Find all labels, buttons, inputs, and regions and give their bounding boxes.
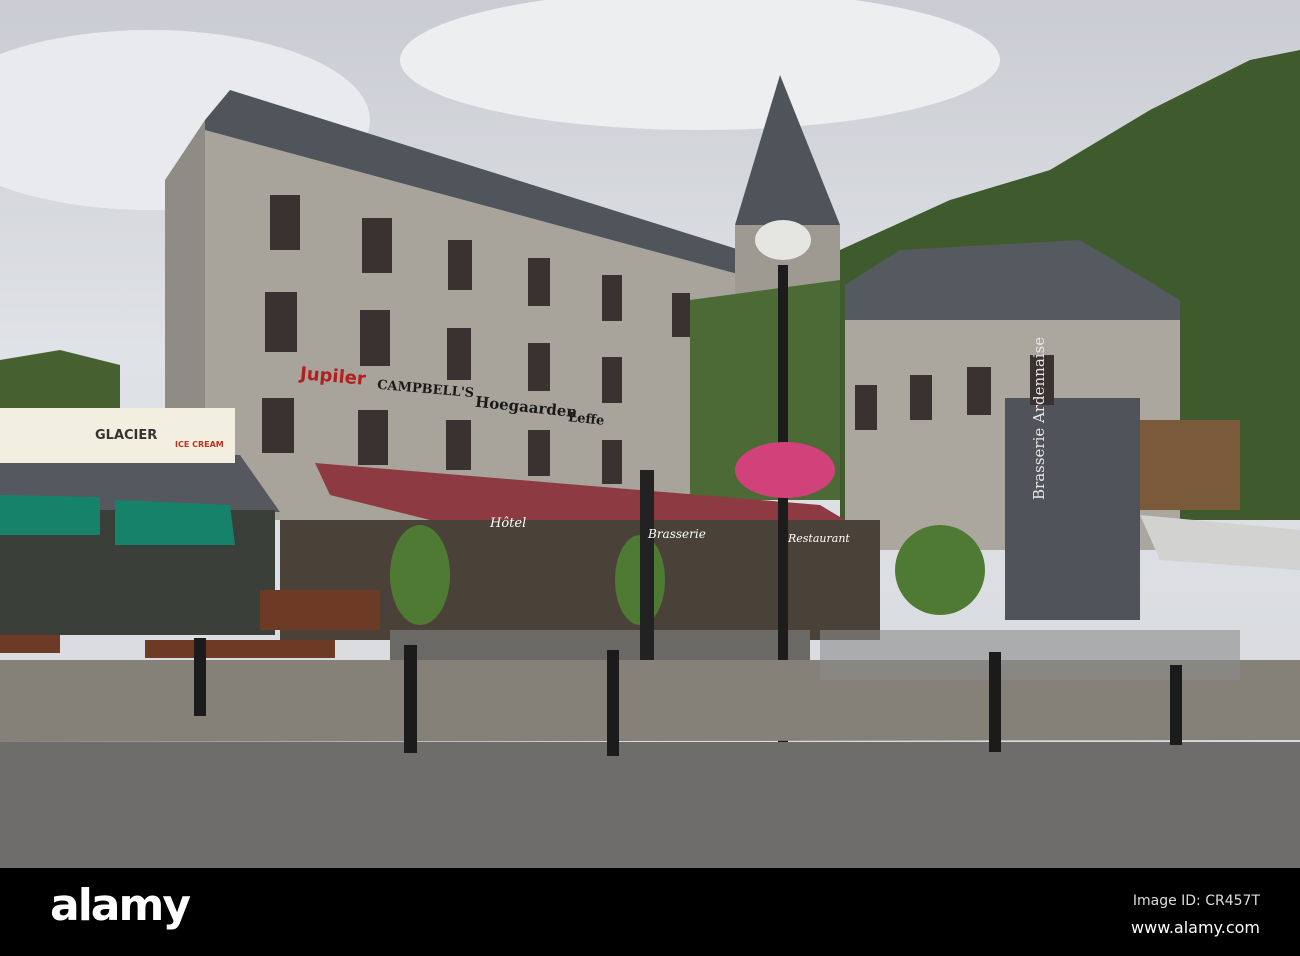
watermark-footer — [0, 868, 1300, 956]
brasserie-awning-sign: Brasserie — [648, 527, 706, 541]
restaurant-sign: Restaurant — [788, 532, 850, 545]
alamy-logo: alamy — [50, 880, 191, 931]
scene-drawing — [0, 0, 1300, 868]
brasserie-ardennaise-sign: Brasserie Ardennaise — [1030, 336, 1048, 500]
road — [0, 742, 1300, 868]
green-awning — [115, 500, 235, 545]
cloud — [400, 0, 1000, 130]
website-link: www.alamy.com — [1131, 918, 1260, 937]
street-lamp — [640, 470, 654, 680]
ice-cream-sign: ICE CREAM — [175, 440, 224, 449]
image-id: Image ID: CR457T — [1132, 893, 1260, 909]
brasserie-ardennaise-box — [1005, 398, 1140, 620]
bench — [145, 640, 335, 658]
hotel-sign: Hôtel — [490, 516, 527, 531]
brasserie-windows — [1140, 420, 1240, 510]
glacier-sign: GLACIER — [95, 428, 158, 443]
picnic-table — [260, 590, 380, 630]
green-awning — [0, 495, 100, 535]
brasserie-awning — [1140, 515, 1300, 570]
photo-scene: Jupiler CAMPBELL'S Hoegaarden Leffe GLAC… — [0, 0, 1300, 868]
bench — [0, 635, 60, 653]
lamp-head — [755, 220, 811, 260]
flower-basket — [735, 442, 835, 498]
